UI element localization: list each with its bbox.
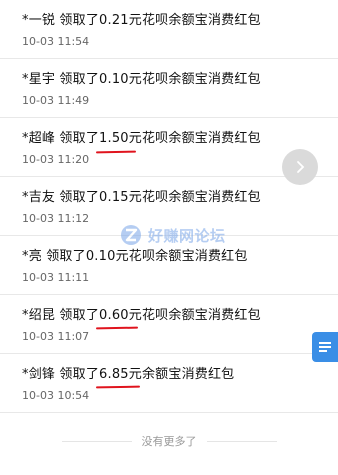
watermark: 好赚网论坛 xyxy=(120,220,226,250)
list-item[interactable]: *一锐 领取了0.21元花呗余额宝消费红包 10-03 11:54 xyxy=(0,0,338,59)
record-time: 10-03 11:54 xyxy=(22,35,90,48)
divider xyxy=(61,440,132,442)
record-time: 10-03 11:49 xyxy=(22,94,90,107)
record-title: *星宇 领取了0.10元花呗余额宝消费红包 xyxy=(22,72,261,87)
record-title: *一锐 领取了0.21元花呗余额宝消费红包 xyxy=(22,13,261,28)
record-title: *绍昆 领取了0.60元花呗余额宝消费红包 xyxy=(22,308,261,323)
divider xyxy=(206,440,277,442)
list-item[interactable]: *星宇 领取了0.10元花呗余额宝消费红包 10-03 11:49 xyxy=(0,59,338,118)
record-time: 10-03 11:20 xyxy=(22,153,90,166)
z-logo-icon xyxy=(121,225,141,245)
record-time: 10-03 10:54 xyxy=(22,389,90,402)
chevron-right-icon xyxy=(297,161,305,173)
list-end-footer: 没有更多了 xyxy=(0,431,338,451)
record-title: *吉友 领取了0.15元花呗余额宝消费红包 xyxy=(22,190,261,205)
record-time: 10-03 11:07 xyxy=(22,330,90,343)
no-more-text: 没有更多了 xyxy=(141,435,197,448)
list-icon xyxy=(319,342,331,352)
floating-menu-button[interactable] xyxy=(312,332,338,362)
record-title: *超峰 领取了1.50元花呗余额宝消费红包 xyxy=(22,131,261,146)
handwritten-underline xyxy=(95,385,141,389)
handwritten-underline xyxy=(95,150,137,154)
record-time: 10-03 11:12 xyxy=(22,212,90,225)
watermark-text: 好赚网论坛 xyxy=(148,226,226,245)
record-title: *亮 领取了0.10元花呗余额宝消费红包 xyxy=(22,249,248,264)
scroll-right-button[interactable] xyxy=(282,149,318,185)
record-title: *剑锋 领取了6.85元余额宝消费红包 xyxy=(22,367,235,382)
list-item[interactable]: *绍昆 领取了0.60元花呗余额宝消费红包 10-03 11:07 xyxy=(0,295,338,354)
list-item[interactable]: *剑锋 领取了6.85元余额宝消费红包 10-03 10:54 xyxy=(0,354,338,413)
handwritten-underline xyxy=(95,326,139,330)
record-time: 10-03 11:11 xyxy=(22,271,90,284)
